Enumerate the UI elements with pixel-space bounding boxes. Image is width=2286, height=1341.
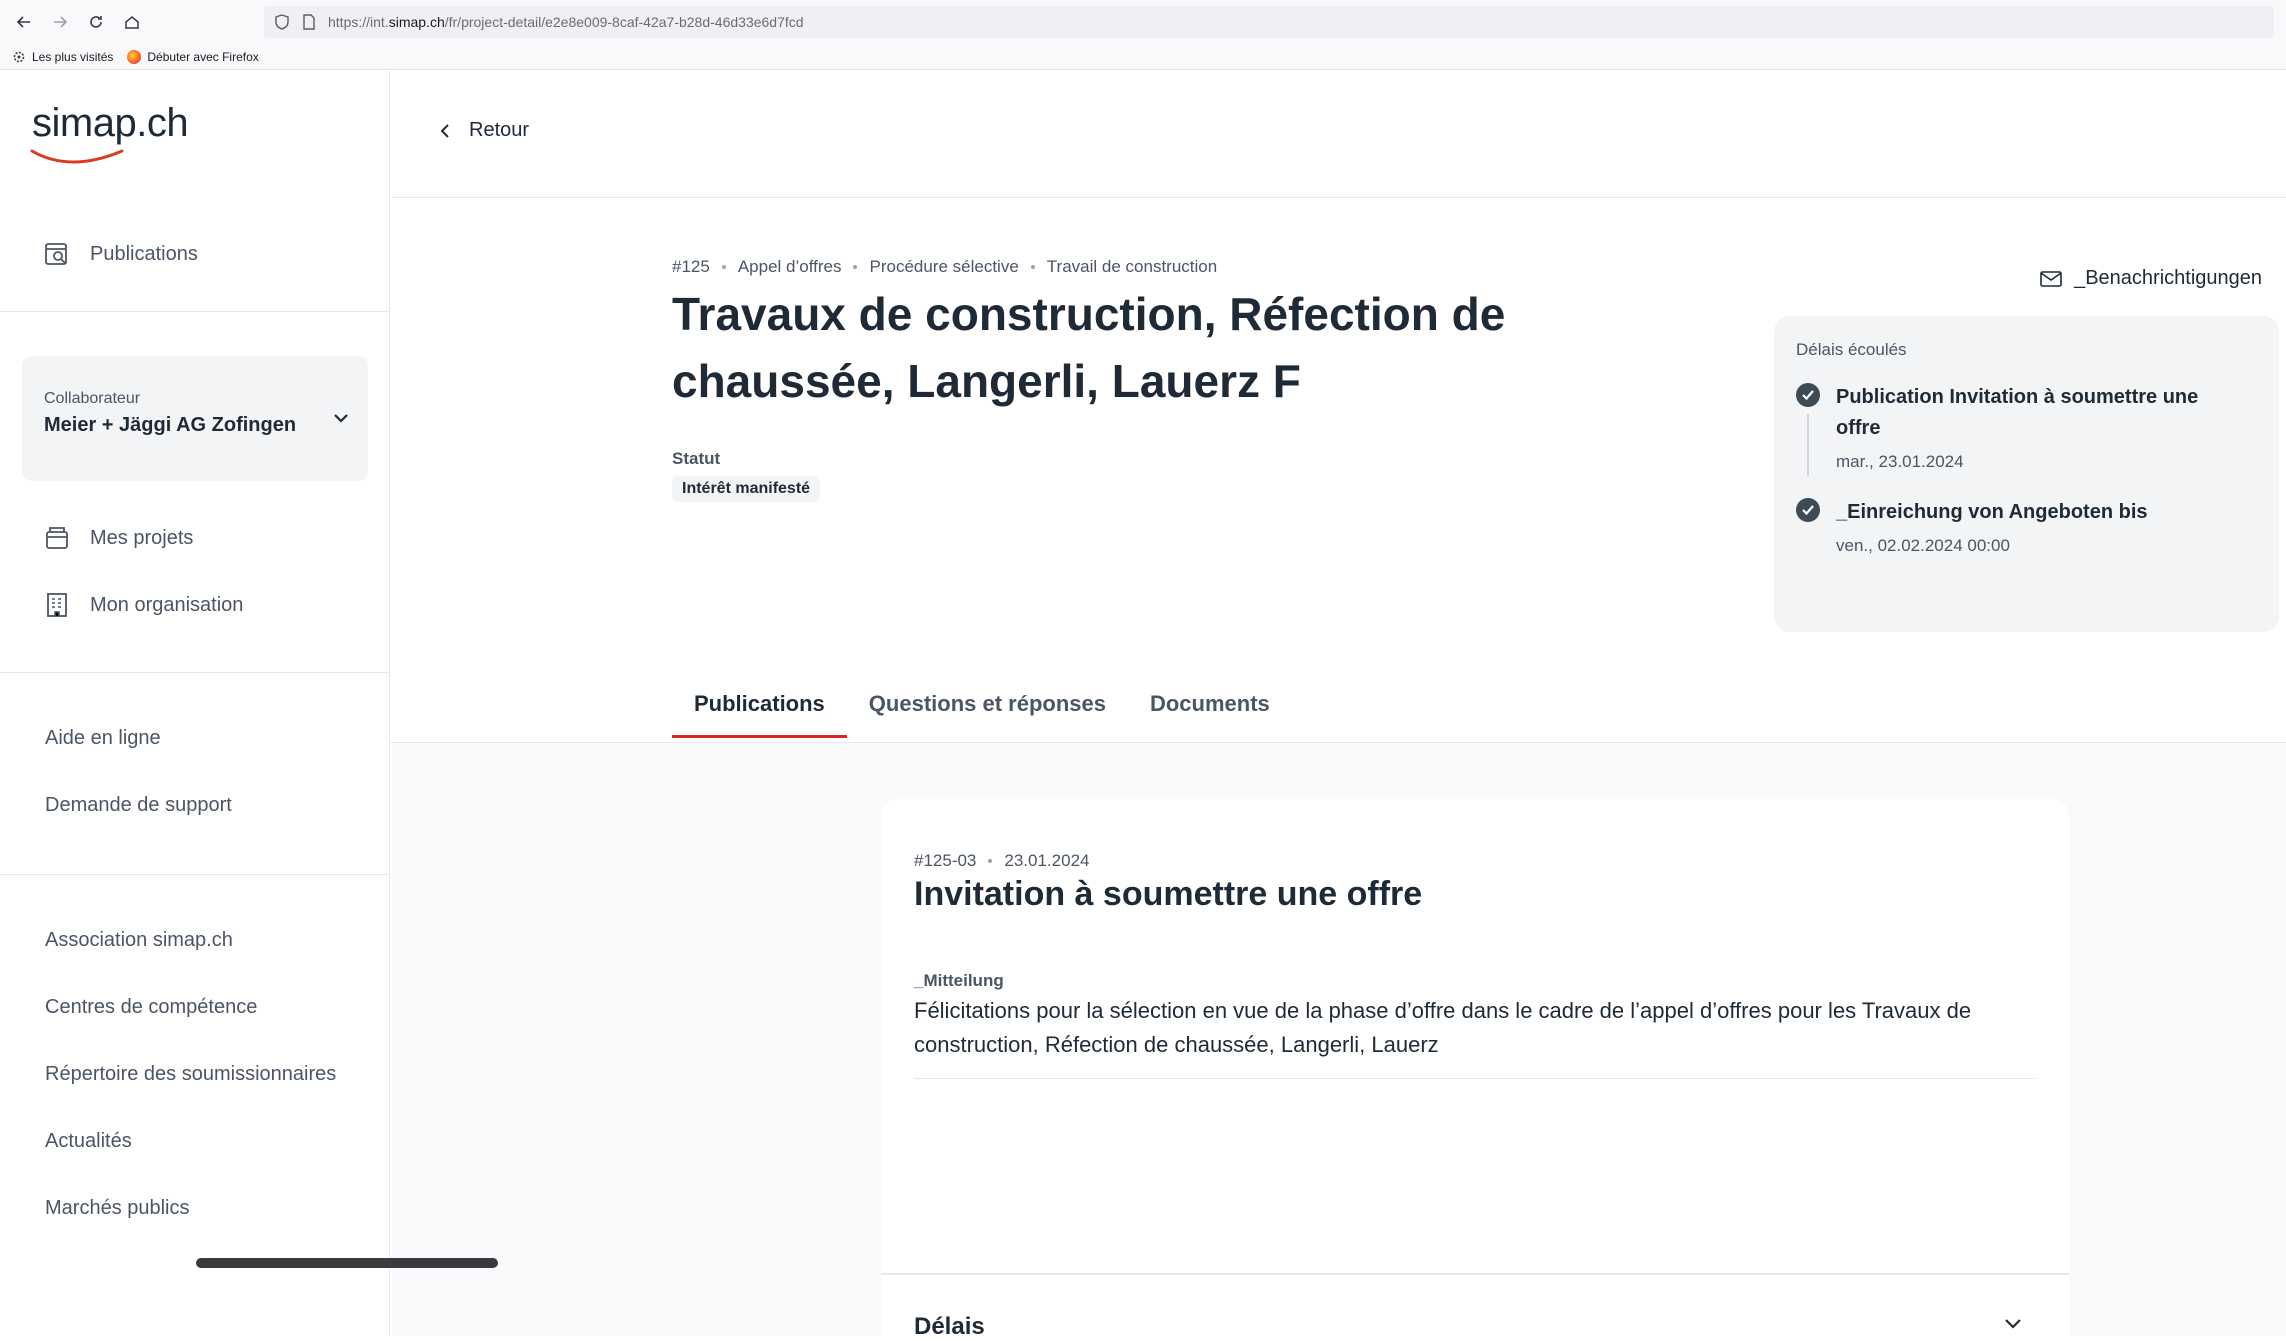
sidebar-item-my-projects[interactable]: Mes projets (44, 525, 193, 551)
sidebar-item-publications[interactable]: Publications (44, 241, 198, 267)
notifications-button[interactable]: _Benachrichtigungen (2040, 267, 2262, 290)
building-icon (44, 592, 70, 618)
breadcrumb-separator (1030, 265, 1035, 269)
section-deadlines-toggle[interactable]: Délais (914, 1313, 985, 1341)
deadline-title: Publication Invitation à soumettre une o… (1836, 386, 2199, 439)
sidebar-divider (0, 311, 390, 312)
deadline-item: Publication Invitation à soumettre une o… (1796, 382, 2216, 472)
sidebar-divider (0, 874, 390, 875)
deadline-title: _Einreichung von Angeboten bis (1836, 501, 2148, 523)
bookmark-firefox[interactable]: Débuter avec Firefox (127, 49, 259, 64)
sidebar-link-news[interactable]: Actualités (45, 1130, 132, 1153)
sidebar-item-my-organisation[interactable]: Mon organisation (44, 592, 243, 618)
sidebar-link-competence-centres[interactable]: Centres de compétence (45, 996, 257, 1019)
sidebar-divider (0, 672, 390, 673)
tab-publications[interactable]: Publications (672, 691, 847, 738)
page-title: Travaux de construction, Réfection de ch… (672, 288, 1506, 407)
logo[interactable]: simap.ch (32, 101, 189, 146)
deadline-item: _Einreichung von Angeboten bis ven., 02.… (1796, 497, 2216, 556)
sidebar-link-public-procurement[interactable]: Marchés publics (45, 1197, 190, 1220)
back-button[interactable]: Retour (439, 119, 529, 142)
reload-icon[interactable] (78, 4, 114, 40)
gear-icon (13, 51, 25, 62)
deadline-date: ven., 02.02.2024 00:00 (1836, 536, 2010, 555)
status-badge: Intérêt manifesté (672, 476, 821, 502)
meta-separator (988, 859, 993, 863)
message-label: _Mitteilung (914, 971, 1004, 990)
publication-card: #125-03 23.01.2024 Invitation à soumettr… (881, 799, 2069, 1340)
sidebar: simap.ch Publications Collaborateur Meie… (0, 71, 390, 1336)
check-circle-icon (1796, 498, 1820, 522)
publication-date: 23.01.2024 (1004, 851, 1090, 870)
message-divider (914, 1078, 2036, 1079)
url-text: https://int.simap.ch/fr/project-detail/e… (328, 14, 804, 30)
bookmark-most-visited[interactable]: Les plus visités (12, 50, 113, 64)
breadcrumb-item: Appel d’offres (737, 257, 842, 276)
back-arrow-icon[interactable] (6, 4, 42, 40)
tab-questions-answers[interactable]: Questions et réponses (847, 691, 1128, 738)
sidebar-link-bidders-directory[interactable]: Répertoire des soumissionnaires (45, 1063, 336, 1086)
deadlines-heading: Délais écoulés (1796, 340, 1907, 359)
status-label: Statut (672, 449, 721, 468)
browser-toolbar: https://int.simap.ch/fr/project-detail/e… (0, 0, 2286, 44)
breadcrumb: #125 Appel d’offres Procédure sélective … (672, 257, 1217, 277)
horizontal-scrollbar[interactable] (196, 1258, 498, 1268)
publication-id: #125-03 (914, 851, 977, 870)
chevron-down-icon[interactable] (2003, 1317, 2023, 1331)
breadcrumb-separator (853, 265, 858, 269)
tab-documents[interactable]: Documents (1128, 691, 1292, 738)
address-bar[interactable]: https://int.simap.ch/fr/project-detail/e… (264, 6, 2274, 38)
sidebar-link-help[interactable]: Aide en ligne (45, 727, 161, 750)
firefox-icon (127, 49, 142, 64)
forward-arrow-icon[interactable] (42, 4, 78, 40)
collaborator-value: Meier + Jäggi AG Zofingen (44, 414, 297, 436)
publications-search-icon (44, 241, 70, 267)
chevron-down-icon (334, 414, 348, 423)
shield-icon (275, 14, 289, 30)
content-background: #125-03 23.01.2024 Invitation à soumettr… (391, 743, 2286, 1340)
bookmarks-bar: Les plus visités Débuter avec Firefox (0, 44, 2286, 70)
page-icon (303, 14, 315, 30)
message-text: Félicitations pour la sélection en vue d… (914, 998, 1972, 1057)
chevron-left-icon (440, 123, 449, 138)
breadcrumb-item: Travail de construction (1046, 257, 1218, 276)
breadcrumb-separator (721, 265, 726, 269)
collaborator-selector[interactable]: Collaborateur Meier + Jäggi AG Zofingen (22, 356, 368, 481)
publication-meta: #125-03 23.01.2024 (914, 851, 1089, 871)
main-content: Retour #125 Appel d’offres Procédure sél… (391, 71, 2286, 1340)
collaborator-label: Collaborateur (44, 390, 141, 407)
breadcrumb-item: Procédure sélective (869, 257, 1019, 276)
sidebar-link-association[interactable]: Association simap.ch (45, 929, 233, 952)
section-divider (881, 1273, 2069, 1275)
deadline-date: mar., 23.01.2024 (1836, 452, 1964, 471)
sidebar-link-support[interactable]: Demande de support (45, 794, 232, 817)
header-divider (391, 197, 2286, 198)
home-icon[interactable] (114, 4, 150, 40)
envelope-icon (2040, 270, 2062, 287)
deadlines-card: Délais écoulés Publication Invitation à … (1774, 316, 2279, 632)
check-circle-icon (1796, 383, 1820, 407)
breadcrumb-item: #125 (672, 257, 710, 276)
logo-swoosh (30, 149, 124, 164)
tab-bar: Publications Questions et réponses Docum… (672, 691, 1292, 738)
publication-title: Invitation à soumettre une offre (914, 875, 1423, 913)
folder-icon (44, 525, 70, 551)
